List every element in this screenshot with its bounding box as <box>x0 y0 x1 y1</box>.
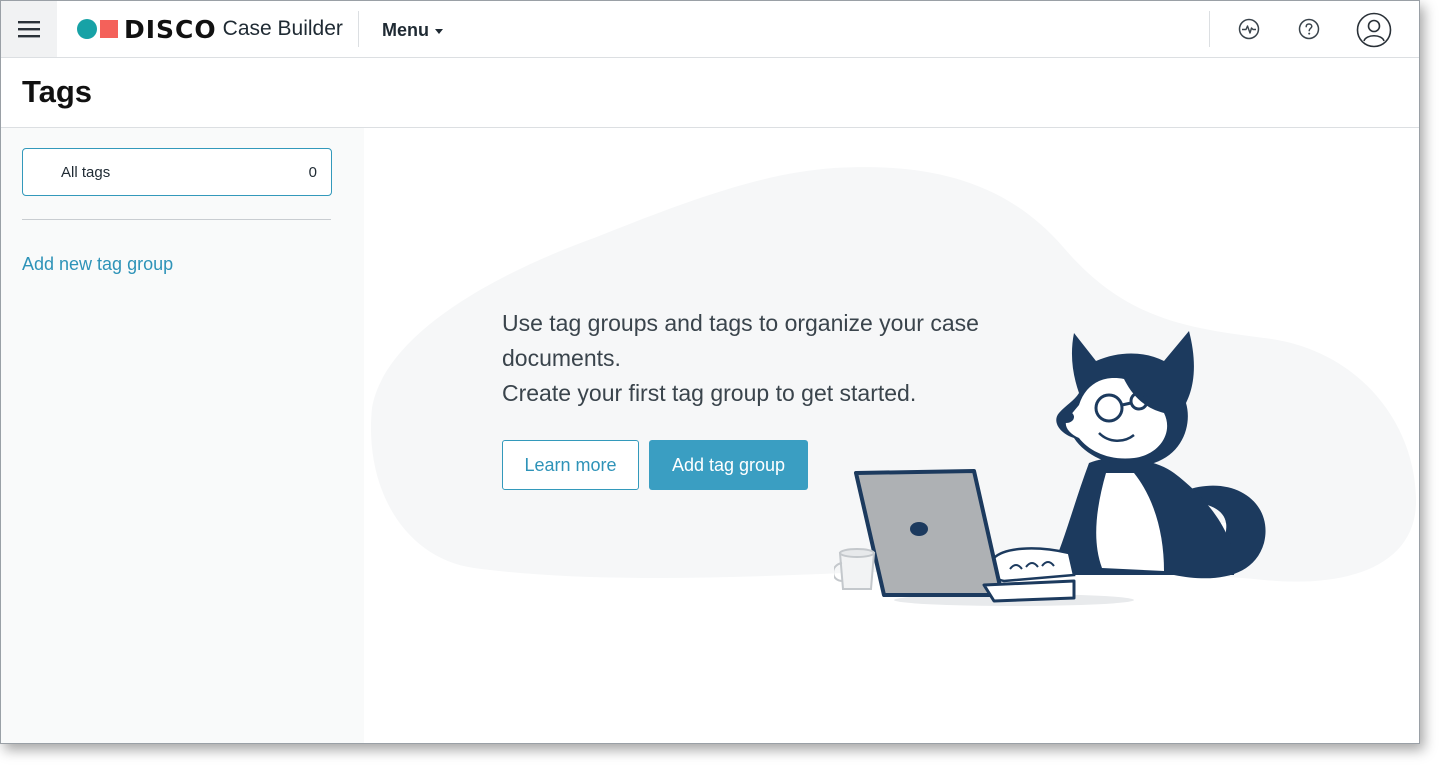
add-tag-group-button[interactable]: Add tag group <box>649 440 808 490</box>
hamburger-icon[interactable] <box>1 1 57 57</box>
husky-laptop-illustration <box>834 331 1266 606</box>
all-tags-label: All tags <box>61 164 111 181</box>
page-title: Tags <box>22 74 93 109</box>
logo-red-square <box>100 20 118 38</box>
tag-groups-sidebar: All tags 0 Add new tag group <box>1 128 364 743</box>
top-navigation-bar: DISCO Case Builder Menu <box>1 1 1419 58</box>
main-content: Use tag groups and tags to organize your… <box>364 128 1419 743</box>
help-question-icon[interactable] <box>1295 15 1323 43</box>
app-logo[interactable]: DISCO Case Builder <box>77 14 343 44</box>
sidebar-divider <box>22 219 331 220</box>
app-window: DISCO Case Builder Menu Tags All tags 0 … <box>0 0 1420 744</box>
header-divider <box>358 11 359 47</box>
brand-name: DISCO <box>124 14 217 44</box>
all-tags-count: 0 <box>308 164 317 181</box>
logo-teal-dot <box>77 19 97 39</box>
main-menu-dropdown[interactable]: Menu <box>382 18 443 42</box>
header-divider-right <box>1209 11 1210 47</box>
add-new-tag-group-link[interactable]: Add new tag group <box>22 254 173 275</box>
activity-pulse-icon[interactable] <box>1235 15 1263 43</box>
page-header: Tags <box>1 58 1419 128</box>
product-name: Case Builder <box>222 17 343 40</box>
user-account-icon[interactable] <box>1355 11 1393 49</box>
caret-down-icon <box>435 28 443 34</box>
learn-more-button[interactable]: Learn more <box>502 440 639 490</box>
all-tags-item[interactable]: All tags 0 <box>22 148 332 196</box>
menu-label: Menu <box>382 19 429 40</box>
